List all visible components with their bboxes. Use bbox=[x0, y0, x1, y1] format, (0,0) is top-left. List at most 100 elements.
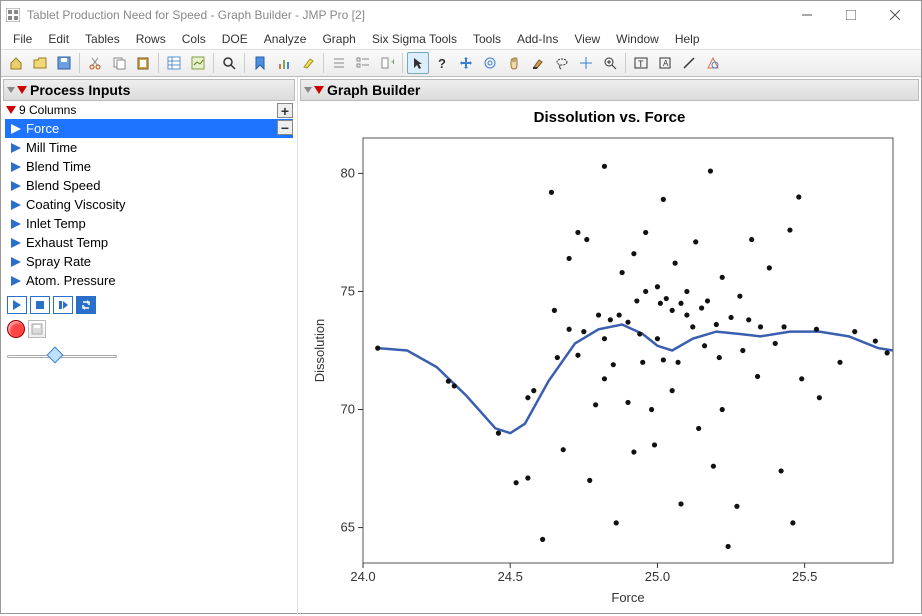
column-label: Blend Speed bbox=[26, 178, 100, 193]
svg-text:?: ? bbox=[438, 56, 446, 70]
chart-icon[interactable] bbox=[273, 52, 295, 74]
svg-text:24.0: 24.0 bbox=[350, 569, 375, 584]
column-label: Coating Viscosity bbox=[26, 197, 125, 212]
column-label: Atom. Pressure bbox=[26, 273, 116, 288]
hand-tool-icon[interactable] bbox=[503, 52, 525, 74]
move-tool-icon[interactable] bbox=[455, 52, 477, 74]
disclosure-icon bbox=[304, 87, 312, 93]
menu-file[interactable]: File bbox=[5, 30, 40, 48]
speed-slider[interactable] bbox=[7, 348, 117, 364]
loop-button[interactable] bbox=[76, 296, 96, 314]
column-item[interactable]: Coating Viscosity bbox=[5, 195, 293, 214]
svg-text:Force: Force bbox=[611, 590, 644, 605]
graph-panel: Graph Builder Dissolution vs. Force 6570… bbox=[298, 77, 921, 615]
stop-button[interactable] bbox=[30, 296, 50, 314]
lasso-tool-icon[interactable] bbox=[551, 52, 573, 74]
continuous-icon bbox=[11, 200, 21, 210]
column-label: Exhaust Temp bbox=[26, 235, 108, 250]
red-triangle-icon[interactable] bbox=[17, 86, 27, 94]
graph-panel-title: Graph Builder bbox=[327, 82, 420, 98]
design-icon[interactable] bbox=[187, 52, 209, 74]
step-button[interactable] bbox=[53, 296, 73, 314]
menu-six-sigma-tools[interactable]: Six Sigma Tools bbox=[364, 30, 465, 48]
annotation-tool-icon[interactable]: A bbox=[654, 52, 676, 74]
svg-text:25.0: 25.0 bbox=[645, 569, 670, 584]
brush-tool-icon[interactable] bbox=[527, 52, 549, 74]
menu-window[interactable]: Window bbox=[608, 30, 667, 48]
menu-rows[interactable]: Rows bbox=[128, 30, 174, 48]
save-disk-icon[interactable] bbox=[28, 320, 46, 338]
column-item[interactable]: Inlet Temp bbox=[5, 214, 293, 233]
svg-text:T: T bbox=[638, 59, 644, 69]
continuous-icon bbox=[11, 276, 21, 286]
column-item[interactable]: Blend Time bbox=[5, 157, 293, 176]
continuous-icon bbox=[11, 238, 21, 248]
close-button[interactable] bbox=[873, 2, 917, 28]
shape-tool-icon[interactable] bbox=[702, 52, 724, 74]
svg-text:25.5: 25.5 bbox=[792, 569, 817, 584]
menu-doe[interactable]: DOE bbox=[214, 30, 256, 48]
table-icon[interactable] bbox=[163, 52, 185, 74]
target-tool-icon[interactable] bbox=[479, 52, 501, 74]
play-button[interactable] bbox=[7, 296, 27, 314]
menu-help[interactable]: Help bbox=[667, 30, 708, 48]
zoom-tool-icon[interactable] bbox=[599, 52, 621, 74]
svg-text:+: + bbox=[391, 57, 394, 67]
line-tool-icon[interactable] bbox=[678, 52, 700, 74]
menu-tables[interactable]: Tables bbox=[77, 30, 128, 48]
window-title: Tablet Production Need for Speed - Graph… bbox=[27, 8, 785, 22]
text-tool-icon[interactable]: T bbox=[630, 52, 652, 74]
copy-icon[interactable] bbox=[108, 52, 130, 74]
column-item[interactable]: Mill Time bbox=[5, 138, 293, 157]
continuous-icon bbox=[11, 143, 21, 153]
continuous-icon bbox=[11, 162, 21, 172]
columns-subheader[interactable]: 9 Columns + − bbox=[3, 101, 295, 119]
save-icon[interactable] bbox=[53, 52, 75, 74]
list-view-icon[interactable] bbox=[328, 52, 350, 74]
sidebar: Process Inputs 9 Columns + − ForceMill T… bbox=[1, 77, 298, 615]
column-item[interactable]: Force bbox=[5, 119, 293, 138]
column-item[interactable]: Spray Rate bbox=[5, 252, 293, 271]
add-column-icon[interactable]: + bbox=[376, 52, 398, 74]
highlight-marker-icon[interactable] bbox=[297, 52, 319, 74]
column-item[interactable]: Blend Speed bbox=[5, 176, 293, 195]
column-label: Inlet Temp bbox=[26, 216, 86, 231]
menu-cols[interactable]: Cols bbox=[174, 30, 214, 48]
disclosure-icon bbox=[7, 87, 15, 93]
paste-icon[interactable] bbox=[132, 52, 154, 74]
crosshair-tool-icon[interactable] bbox=[575, 52, 597, 74]
menu-analyze[interactable]: Analyze bbox=[256, 30, 315, 48]
svg-text:80: 80 bbox=[341, 165, 355, 180]
graph-panel-header[interactable]: Graph Builder bbox=[300, 79, 919, 101]
column-label: Blend Time bbox=[26, 159, 91, 174]
bookmark-icon[interactable] bbox=[249, 52, 271, 74]
task-list-icon[interactable] bbox=[352, 52, 374, 74]
svg-text:75: 75 bbox=[341, 283, 355, 298]
remove-column-button[interactable]: − bbox=[277, 120, 293, 135]
minimize-button[interactable] bbox=[785, 2, 829, 28]
cut-icon[interactable] bbox=[84, 52, 106, 74]
continuous-icon bbox=[11, 257, 21, 267]
menu-graph[interactable]: Graph bbox=[314, 30, 363, 48]
arrow-tool-icon[interactable] bbox=[407, 52, 429, 74]
sidebar-panel-header[interactable]: Process Inputs bbox=[3, 79, 295, 101]
help-tool-icon[interactable]: ? bbox=[431, 52, 453, 74]
column-item[interactable]: Atom. Pressure bbox=[5, 271, 293, 290]
menu-edit[interactable]: Edit bbox=[40, 30, 77, 48]
maximize-button[interactable] bbox=[829, 2, 873, 28]
red-triangle-icon[interactable] bbox=[6, 106, 16, 114]
svg-text:70: 70 bbox=[341, 402, 355, 417]
home-icon[interactable] bbox=[5, 52, 27, 74]
record-button[interactable] bbox=[7, 320, 25, 338]
menu-tools[interactable]: Tools bbox=[465, 30, 509, 48]
menu-view[interactable]: View bbox=[566, 30, 608, 48]
search-icon[interactable] bbox=[218, 52, 240, 74]
chart-area[interactable]: 6570758024.024.525.025.5ForceDissolution bbox=[308, 128, 908, 608]
menu-add-ins[interactable]: Add-Ins bbox=[509, 30, 566, 48]
open-icon[interactable] bbox=[29, 52, 51, 74]
continuous-icon bbox=[11, 124, 21, 134]
column-item[interactable]: Exhaust Temp bbox=[5, 233, 293, 252]
red-triangle-icon[interactable] bbox=[314, 86, 324, 94]
add-column-button[interactable]: + bbox=[277, 103, 293, 118]
svg-text:Dissolution: Dissolution bbox=[312, 319, 327, 383]
